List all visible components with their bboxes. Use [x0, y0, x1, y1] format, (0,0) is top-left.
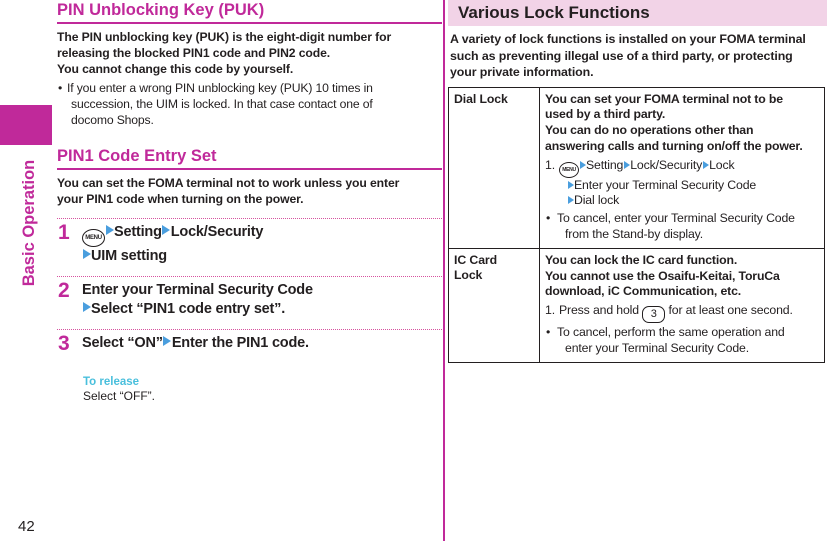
ic-card-lock-note-line1: To cancel, perform the same operation an… [557, 325, 785, 340]
step-1-setting-label: Setting [114, 223, 162, 240]
step-3: 3 Select “ON” Enter the PIN1 code. [57, 328, 442, 357]
puk-paragraph: The PIN unblocking key (PUK) is the eigh… [57, 29, 442, 78]
lock-intro-line2: such as preventing illegal use of a thir… [450, 48, 793, 63]
step-3-select-on-label: Select “ON” [82, 334, 163, 351]
to-release-body: Select “OFF”. [83, 388, 156, 403]
arrow-icon [82, 248, 91, 259]
step-2-number: 2 [58, 278, 70, 302]
column-divider [443, 0, 445, 541]
dial-lock-dial-lock-label: Dial lock [574, 193, 620, 208]
step-1-line-1: MENU Setting Lock/Security [82, 223, 442, 247]
bullet-marker: • [546, 211, 551, 226]
to-release-heading: To release [83, 375, 140, 388]
dial-lock-note-line1: To cancel, enter your Terminal Security … [557, 211, 795, 226]
ic-card-lock-step-text-before: Press and hold [559, 303, 639, 318]
step-1-line-2: UIM setting [82, 247, 442, 266]
dial-lock-desc-line3: You can do no operations other than [545, 123, 754, 138]
ic-card-lock-note: • To cancel, perform the same operation … [545, 325, 819, 357]
dial-lock-step-1: 1. MENU Setting Lock/Security Lock Enter yo… [545, 158, 819, 210]
lock-desc-ic-card-lock: You can lock the IC card function. You c… [539, 247, 825, 363]
ic-card-lock-note-line2: enter your Terminal Security Code. [565, 341, 749, 356]
arrow-icon [82, 301, 91, 312]
dial-lock-step-line2: Enter your Terminal Security Code [559, 178, 819, 194]
step-2-line-1: Enter your Terminal Security Code [82, 281, 442, 300]
arrow-icon [623, 160, 630, 169]
dial-lock-step-line3: Dial lock [559, 193, 819, 209]
dial-lock-note-line2: from the Stand-by display. [565, 227, 704, 242]
menu-key-icon: MENU [82, 228, 105, 247]
lock-functions-table: Dial Lock You can set your FOMA terminal… [448, 86, 825, 363]
ic-card-lock-desc-line2: You cannot use the Osaifu-Keitai, ToruCa [545, 268, 780, 283]
side-tab: Basic Operation [0, 0, 52, 543]
pin1-paragraph-line2: your PIN1 code when turning on the power… [57, 192, 304, 207]
step-1-uim-setting-label: UIM setting [91, 247, 167, 264]
arrow-icon [567, 180, 574, 189]
ic-card-lock-step-number: 1. [545, 303, 555, 318]
lock-name-ic-card-lock: IC Card Lock [448, 247, 540, 363]
puk-paragraph-line2: releasing the blocked PIN1 code and PIN2… [57, 46, 331, 61]
step-2: 2 Enter your Terminal Security Code Sele… [57, 275, 442, 323]
ic-card-lock-desc-line3: download, iC Communication, etc. [545, 284, 742, 299]
lock-name-dial-lock: Dial Lock [448, 86, 540, 249]
puk-bullet-line3: docomo Shops. [71, 113, 154, 128]
various-lock-functions-title: Various Lock Functions [448, 0, 827, 26]
step-3-enter-pin-label: Enter the PIN1 code. [171, 334, 309, 351]
dial-lock-setting-label: Setting [586, 157, 624, 172]
dial-lock-step-number: 1. [545, 157, 555, 172]
dial-lock-note: • To cancel, enter your Terminal Securit… [545, 211, 819, 243]
step-1-number: 1 [58, 220, 70, 244]
dial-lock-desc-line1: You can set your FOMA terminal not to be [545, 91, 783, 106]
bullet-marker: • [58, 80, 63, 95]
table-row: Dial Lock You can set your FOMA terminal… [448, 86, 825, 249]
ic-card-lock-step-1: 1. Press and hold 3 for at least one sec… [545, 303, 819, 324]
pin1-paragraph-line1: You can set the FOMA terminal not to wor… [57, 176, 400, 191]
section-heading-pin1: PIN1 Code Entry Set [57, 146, 442, 171]
dial-lock-lock-label: Lock [709, 157, 735, 172]
ic-card-lock-name-line1: IC Card [454, 252, 498, 267]
dial-lock-step-line1: MENU Setting Lock/Security Lock [559, 157, 735, 178]
bullet-marker: • [546, 325, 551, 340]
puk-bullet-line2: succession, the UIM is locked. In that c… [71, 96, 373, 111]
step-2-select-label: Select “PIN1 code entry set”. [91, 300, 286, 317]
arrow-icon [702, 160, 709, 169]
arrow-icon [163, 335, 172, 346]
dial-lock-desc-line4: answering calls and turning on/off the p… [545, 138, 803, 153]
pin1-paragraph: You can set the FOMA terminal not to wor… [57, 175, 442, 207]
arrow-icon [105, 224, 114, 235]
table-row: IC Card Lock You can lock the IC card fu… [448, 247, 825, 363]
dial-lock-enter-code-label: Enter your Terminal Security Code [574, 177, 757, 192]
arrow-icon [579, 160, 586, 169]
right-column: Various Lock Functions A variety of lock… [448, 0, 827, 363]
ic-card-lock-name-line2: Lock [454, 268, 483, 283]
page-number: 42 [18, 518, 35, 535]
step-3-line-1: Select “ON” Enter the PIN1 code. [82, 334, 442, 353]
manual-page: Basic Operation 42 PIN Unblocking Key (P… [0, 0, 827, 543]
ic-card-lock-desc-line1: You can lock the IC card function. [545, 252, 738, 267]
numeric-key-3-icon: 3 [642, 306, 666, 324]
dial-lock-desc-line2: used by a third party. [545, 107, 666, 122]
lock-desc-dial-lock: You can set your FOMA terminal not to be… [539, 86, 825, 249]
left-column: PIN Unblocking Key (PUK) The PIN unblock… [57, 0, 442, 404]
step-2-line-2: Select “PIN1 code entry set”. [82, 300, 442, 319]
section-heading-puk: PIN Unblocking Key (PUK) [57, 0, 442, 24]
puk-bullet: • If you enter a wrong PIN unblocking ke… [57, 80, 442, 129]
step-2-enter-code-label: Enter your Terminal Security Code [82, 281, 313, 298]
step-3-number: 3 [58, 331, 70, 355]
ic-card-lock-step-text-after: for at least one second. [668, 303, 793, 318]
step-1: 1 MENU Setting Lock/Security UIM setting [57, 217, 442, 270]
arrow-icon [162, 224, 171, 235]
dial-lock-lock-security-label: Lock/Security [630, 157, 703, 172]
side-tab-label: Basic Operation [20, 159, 38, 287]
lock-intro-line3: your private information. [450, 65, 594, 79]
lock-intro-paragraph: A variety of lock functions is installed… [450, 31, 827, 81]
puk-bullet-line1: If you enter a wrong PIN unblocking key … [67, 80, 373, 95]
menu-key-icon: MENU [559, 161, 579, 178]
puk-paragraph-line3: You cannot change this code by yourself. [57, 62, 294, 77]
lock-intro-line1: A variety of lock functions is installed… [450, 32, 806, 46]
puk-paragraph-line1: The PIN unblocking key (PUK) is the eigh… [57, 30, 392, 44]
arrow-icon [567, 196, 574, 205]
step-1-lock-security-label: Lock/Security [170, 223, 264, 240]
